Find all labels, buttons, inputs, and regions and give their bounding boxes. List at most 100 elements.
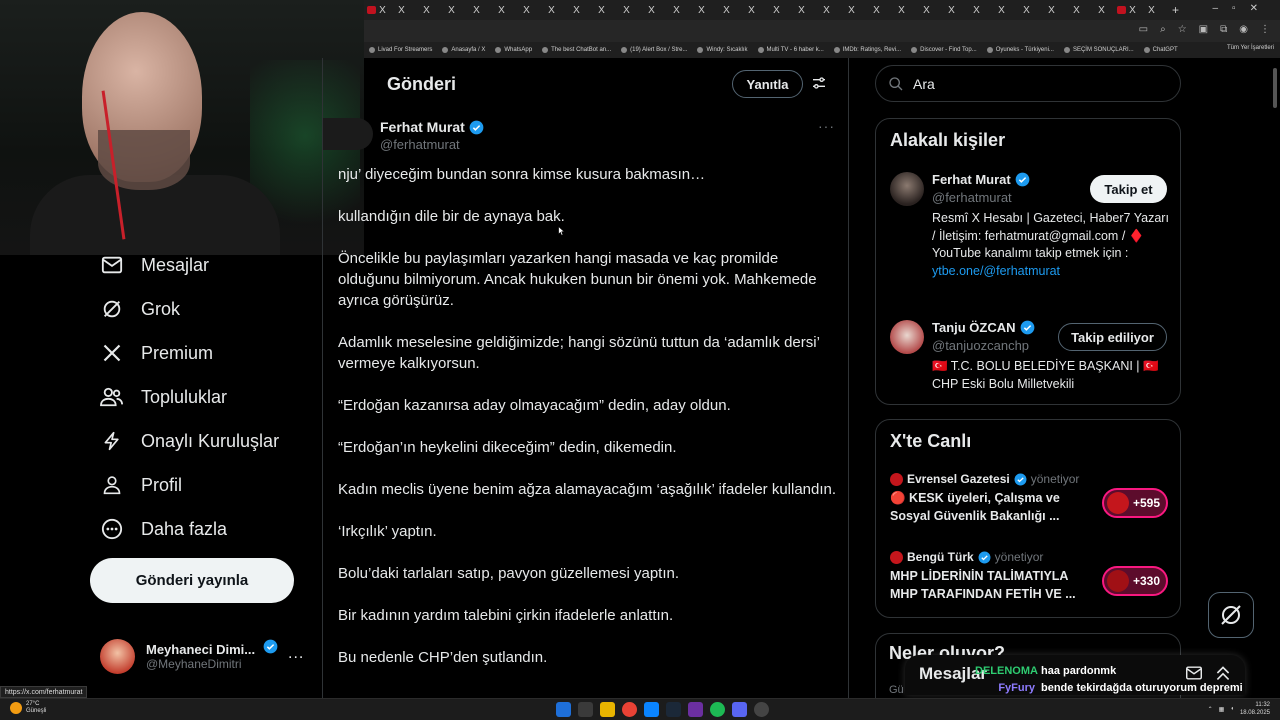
sidebar-item-grok[interactable]: Grok (100, 294, 180, 324)
start-icon[interactable] (556, 702, 571, 717)
browser-tab[interactable]: X (1014, 0, 1039, 20)
bookmark-item[interactable]: IMDb: Ratings, Revi... (829, 47, 906, 53)
browser-tab[interactable]: X (714, 0, 739, 20)
sidebar-item-profil[interactable]: Profil (100, 470, 182, 500)
person-handle[interactable]: @ferhatmurat (932, 190, 1012, 205)
file-explorer-icon[interactable] (600, 702, 615, 717)
bookmark-star-icon[interactable]: ☆ (1178, 24, 1187, 35)
volume-icon[interactable]: ◖ (1230, 706, 1234, 712)
person-name[interactable]: Tanju ÖZCAN (932, 320, 1035, 335)
avatar[interactable] (890, 320, 924, 354)
post-button[interactable]: Gönderi yayınla (90, 558, 294, 603)
avatar[interactable] (890, 172, 924, 206)
sidebar-item-topluluklar[interactable]: Topluluklar (100, 382, 227, 412)
store-icon[interactable] (644, 702, 659, 717)
bookmark-item[interactable]: Anasayfa / X (437, 47, 490, 53)
following-button[interactable]: Takip ediliyor (1058, 323, 1167, 351)
search-icon[interactable] (578, 702, 593, 717)
browser-tab[interactable]: X (1039, 0, 1064, 20)
browser-tab[interactable]: X (514, 0, 539, 20)
account-switcher[interactable]: Meyhaneci Dimi... @MeyhaneDimitri ... (100, 635, 315, 675)
browser-tab[interactable]: X (489, 0, 514, 20)
sidebar-item-mesajlar[interactable]: Mesajlar (100, 250, 209, 280)
browser-tab[interactable]: X (414, 0, 439, 20)
discord-icon[interactable] (732, 702, 747, 717)
sidebar-item-onayli-kuruluslar[interactable]: Onaylı Kuruluşlar (100, 426, 279, 456)
bookmark-item[interactable]: ChatGPT (1139, 47, 1183, 53)
browser-menu-icon[interactable]: ⋮ (1260, 24, 1270, 35)
live-space-item[interactable]: Evrensel Gazetesi yönetiyor 🔴 KESK üyele… (890, 472, 1170, 523)
scrollbar-thumb[interactable] (1273, 68, 1277, 108)
browser-tab[interactable]: X (464, 0, 489, 20)
all-bookmarks-button[interactable]: Tüm Yer İşaretleri (1227, 45, 1274, 51)
weather-widget[interactable]: 27°C Güneşli (10, 701, 46, 715)
browser-tab[interactable]: X (364, 0, 389, 20)
author-avatar[interactable] (323, 118, 373, 150)
browser-tab[interactable]: X (389, 0, 414, 20)
browser-tab[interactable]: X (664, 0, 689, 20)
network-icon[interactable]: ▦ (1219, 706, 1225, 713)
person-name[interactable]: Ferhat Murat (932, 172, 1030, 187)
browser-tab[interactable]: X (1114, 0, 1139, 20)
chrome-icon[interactable] (622, 702, 637, 717)
browser-tab[interactable]: X (639, 0, 664, 20)
browser-tab[interactable]: X (1089, 0, 1114, 20)
browser-tab[interactable]: X (989, 0, 1014, 20)
live-listeners-pill[interactable]: +330 (1102, 566, 1168, 596)
app-icon[interactable] (688, 702, 703, 717)
bookmark-item[interactable]: Windy: Sıcaklık (692, 47, 752, 53)
browser-tab[interactable]: X (914, 0, 939, 20)
browser-tab[interactable]: X (789, 0, 814, 20)
browser-tab[interactable]: X (589, 0, 614, 20)
bookmark-item[interactable]: (19) Alert Box / Stre... (616, 47, 692, 53)
bookmark-item[interactable]: SEÇİM SONUÇLARI... (1059, 47, 1139, 53)
zoom-icon[interactable]: ⌕ (1160, 24, 1166, 35)
browser-tab[interactable]: X (839, 0, 864, 20)
account-more-icon[interactable]: ... (288, 645, 304, 663)
reply-button[interactable]: Yanıtla (732, 70, 803, 98)
browser-tab[interactable]: X (889, 0, 914, 20)
author-name[interactable]: Ferhat Murat (380, 119, 484, 135)
bookmark-item[interactable]: Multi TV - 6 haber k... (753, 47, 829, 53)
author-handle[interactable]: @ferhatmurat (380, 137, 460, 152)
grok-floating-button[interactable] (1208, 592, 1254, 638)
cast-icon[interactable]: ▭ (1139, 24, 1148, 35)
live-listeners-pill[interactable]: +595 (1102, 488, 1168, 518)
browser-tab[interactable]: X (764, 0, 789, 20)
steam-icon[interactable] (666, 702, 681, 717)
window-controls[interactable]: –▫✕ (1213, 3, 1273, 14)
browser-tab[interactable]: X (439, 0, 464, 20)
spotify-icon[interactable] (710, 702, 725, 717)
search-input[interactable]: Ara (875, 65, 1181, 102)
browser-tab[interactable]: X (564, 0, 589, 20)
browser-tab[interactable]: X (689, 0, 714, 20)
live-space-item[interactable]: Bengü Türk yönetiyor MHP LİDERİNİN TALİM… (890, 550, 1170, 601)
browser-tab[interactable]: X (864, 0, 889, 20)
follow-button[interactable]: Takip et (1090, 175, 1167, 203)
bio-link[interactable]: ytbe.one/@ferhatmurat (932, 264, 1060, 278)
bookmark-item[interactable]: The best ChatBot an... (537, 47, 616, 53)
filter-sliders-icon[interactable] (811, 75, 827, 91)
post-more-icon[interactable]: ··· (818, 118, 835, 134)
browser-tab[interactable]: X (614, 0, 639, 20)
bookmark-item[interactable]: WhatsApp (490, 47, 537, 53)
clock[interactable]: 11:32 18.08.2025 (1240, 701, 1270, 717)
browser-tab[interactable]: X (939, 0, 964, 20)
extensions-puzzle-icon[interactable]: ⧉ (1220, 24, 1227, 35)
browser-tab[interactable]: X (1064, 0, 1089, 20)
tray-chevron-icon[interactable]: ⌃ (1208, 706, 1213, 713)
obs-icon[interactable] (754, 702, 769, 717)
bookmark-item[interactable]: Discover - Find Top... (906, 47, 982, 53)
browser-tab[interactable]: X (739, 0, 764, 20)
browser-tab[interactable]: X (814, 0, 839, 20)
browser-tab[interactable]: X (1139, 0, 1164, 20)
bookmark-item[interactable]: Oyuneks - Türkiyeni... (982, 47, 1059, 53)
sidebar-item-daha-fazla[interactable]: Daha fazla (100, 514, 227, 544)
bookmark-item[interactable]: Livad For Streamers (364, 47, 437, 53)
person-handle[interactable]: @tanjuozcanchp (932, 338, 1029, 353)
new-tab-button[interactable]: + (1164, 3, 1187, 17)
profile-icon[interactable]: ◉ (1239, 24, 1248, 35)
sidebar-item-premium[interactable]: Premium (100, 338, 213, 368)
browser-tab[interactable]: X (964, 0, 989, 20)
browser-tab[interactable]: X (539, 0, 564, 20)
